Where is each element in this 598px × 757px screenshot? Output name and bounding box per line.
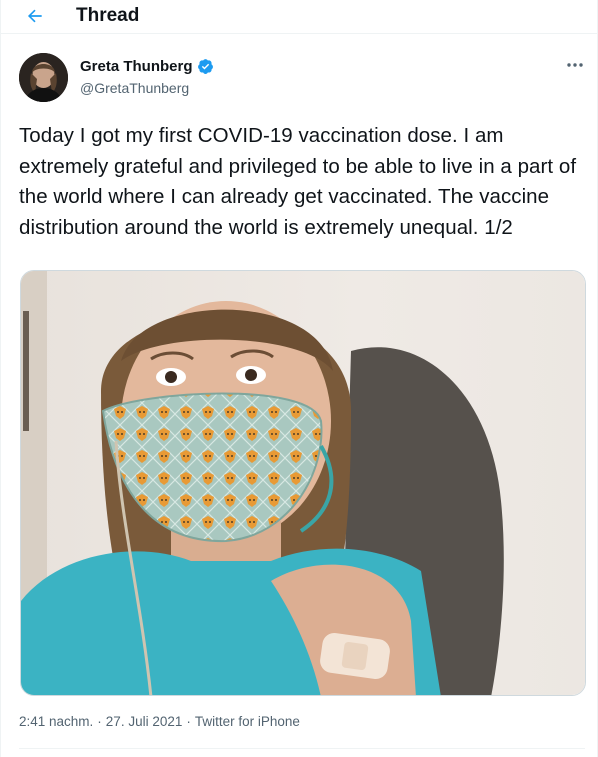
photo-image [21, 271, 585, 695]
meta-separator-2: · [186, 714, 191, 729]
author-name[interactable]: Greta Thunberg [80, 58, 193, 75]
avatar[interactable] [19, 53, 68, 102]
tweet-photo[interactable] [20, 270, 586, 696]
verified-badge-icon [197, 59, 213, 74]
page-title: Thread [76, 5, 140, 26]
back-button[interactable] [23, 4, 47, 28]
author-name-row: Greta Thunberg [80, 58, 214, 75]
more-horizontal-icon [567, 63, 583, 67]
avatar-image [19, 53, 68, 102]
tweet-time[interactable]: 2:41 nachm. [19, 714, 93, 729]
tweet-meta: 2:41 nachm. · 27. Juli 2021 · Twitter fo… [19, 714, 300, 729]
thread-view: Thread Greta Thunberg @GretaThunberg Tod… [0, 0, 598, 757]
more-options-button[interactable] [564, 55, 586, 75]
top-bar: Thread [1, 0, 598, 34]
tweet-date[interactable]: 27. Juli 2021 [106, 714, 183, 729]
arrow-left-icon [27, 9, 42, 23]
tweet-text: Today I got my first COVID-19 vaccinatio… [19, 124, 577, 239]
tweet-source[interactable]: Twitter for iPhone [195, 714, 300, 729]
author-handle[interactable]: @GretaThunberg [80, 80, 189, 96]
meta-separator: · [97, 714, 102, 729]
divider [19, 748, 585, 749]
